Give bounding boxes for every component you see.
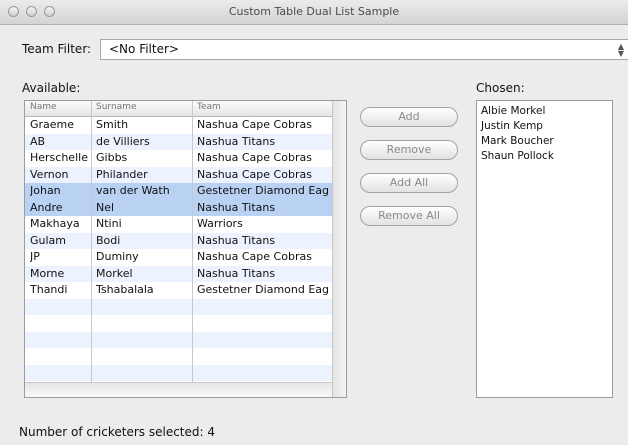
column-header-surname[interactable]: Surname: [96, 102, 136, 112]
table-row-empty: [25, 315, 332, 332]
cell-name: Graeme: [30, 118, 75, 131]
cell-team: Nashua Titans: [197, 266, 276, 280]
cell-team: Gestetner Diamond Eag: [197, 283, 330, 296]
table-row[interactable]: Graeme Smith Nashua Cape Cobras: [25, 117, 332, 134]
list-item[interactable]: Justin Kemp: [481, 119, 608, 134]
title-bar: Custom Table Dual List Sample: [0, 0, 628, 25]
cell-surname: Ntini: [96, 217, 122, 230]
cell-name: Johan: [30, 184, 61, 197]
cell-team: Nashua Cape Cobras: [197, 118, 312, 131]
cell-team: Nashua Titans: [197, 134, 276, 148]
column-header-name[interactable]: Name: [30, 102, 57, 112]
available-table: Name Surname Team Graeme Smith Nashua Cape…: [24, 100, 347, 398]
table-header: Name Surname Team: [25, 101, 332, 117]
team-filter-label: Team Filter:: [22, 42, 92, 56]
cell-surname: de Villiers: [96, 134, 150, 148]
team-filter-select[interactable]: <No Filter> ▲ ▼: [100, 39, 628, 60]
team-filter-value: <No Filter>: [109, 42, 179, 56]
table-row[interactable]: Gulam Bodi Nashua Titans: [25, 232, 332, 249]
table-row[interactable]: Makhaya Ntini Warriors: [25, 216, 332, 233]
table-row-empty: [25, 298, 332, 315]
cell-name: Gulam: [30, 233, 67, 247]
cell-team: Gestetner Diamond Eag: [197, 184, 330, 197]
chosen-list: Albie Morkel Justin Kemp Mark Boucher Shaun…: [476, 100, 613, 398]
window: Custom Table Dual List Sample Team Filte…: [0, 0, 628, 445]
column-header-team[interactable]: Team: [197, 102, 221, 112]
cell-name: Morne: [30, 266, 65, 280]
table-row[interactable]: Thandi Tshabalala Gestetner Diamond Eag: [25, 282, 332, 299]
table-row-empty: [25, 331, 332, 348]
cell-name: Andre: [30, 200, 63, 214]
table-row[interactable]: Morne Morkel Nashua Titans: [25, 265, 332, 282]
vertical-scrollbar[interactable]: [332, 101, 346, 397]
cell-name: Makhaya: [30, 217, 80, 230]
cell-surname: Morkel: [96, 266, 133, 280]
list-item[interactable]: Mark Boucher: [481, 134, 608, 149]
available-label: Available:: [22, 81, 81, 95]
list-item[interactable]: Shaun Pollock: [481, 149, 608, 164]
table-row[interactable]: AB de Villiers Nashua Titans: [25, 133, 332, 150]
table-row[interactable]: JP Duminy Nashua Cape Cobras: [25, 249, 332, 266]
cell-name: Vernon: [30, 167, 69, 181]
window-title: Custom Table Dual List Sample: [228, 5, 400, 18]
status-text: Number of cricketers selected: 4: [19, 425, 216, 439]
cell-team: Nashua Titans: [197, 233, 276, 247]
cell-surname: Philander: [96, 167, 148, 181]
add-all-button[interactable]: Add All: [360, 173, 458, 193]
horizontal-scrollbar[interactable]: [25, 382, 332, 397]
cell-surname: Nel: [96, 200, 115, 214]
table-row[interactable]: Vernon Philander Nashua Cape Cobras: [25, 166, 332, 183]
chosen-label: Chosen:: [476, 81, 525, 95]
table-row[interactable]: Andre Nel Nashua Titans: [25, 199, 332, 216]
cell-surname: Bodi: [96, 233, 121, 247]
cell-surname: Duminy: [96, 250, 139, 263]
cell-surname: van der Wath: [96, 184, 170, 197]
table-row[interactable]: Johan van der Wath Gestetner Diamond Eag: [25, 183, 332, 200]
remove-all-button[interactable]: Remove All: [360, 206, 458, 226]
cell-name: Herschelle: [30, 151, 88, 164]
cell-team: Nashua Titans: [197, 200, 276, 214]
list-item[interactable]: Albie Morkel: [481, 104, 608, 119]
table-row-empty: [25, 348, 332, 365]
chevron-updown-icon: ▲ ▼: [617, 42, 624, 58]
remove-button[interactable]: Remove: [360, 140, 458, 160]
cell-team: Nashua Cape Cobras: [197, 151, 312, 164]
cell-surname: Smith: [96, 118, 129, 131]
table-row-empty: [25, 364, 332, 381]
cell-name: Thandi: [30, 283, 68, 296]
cell-surname: Tshabalala: [96, 283, 154, 296]
cell-surname: Gibbs: [96, 151, 128, 164]
table-row[interactable]: Herschelle Gibbs Nashua Cape Cobras: [25, 150, 332, 167]
cell-name: AB: [30, 134, 46, 148]
table-body: Graeme Smith Nashua Cape Cobras AB de Villie…: [25, 117, 332, 381]
cell-team: Nashua Cape Cobras: [197, 250, 312, 263]
add-button[interactable]: Add: [360, 107, 458, 127]
cell-name: JP: [30, 250, 40, 263]
cell-team: Nashua Cape Cobras: [197, 167, 312, 181]
cell-team: Warriors: [197, 217, 243, 230]
